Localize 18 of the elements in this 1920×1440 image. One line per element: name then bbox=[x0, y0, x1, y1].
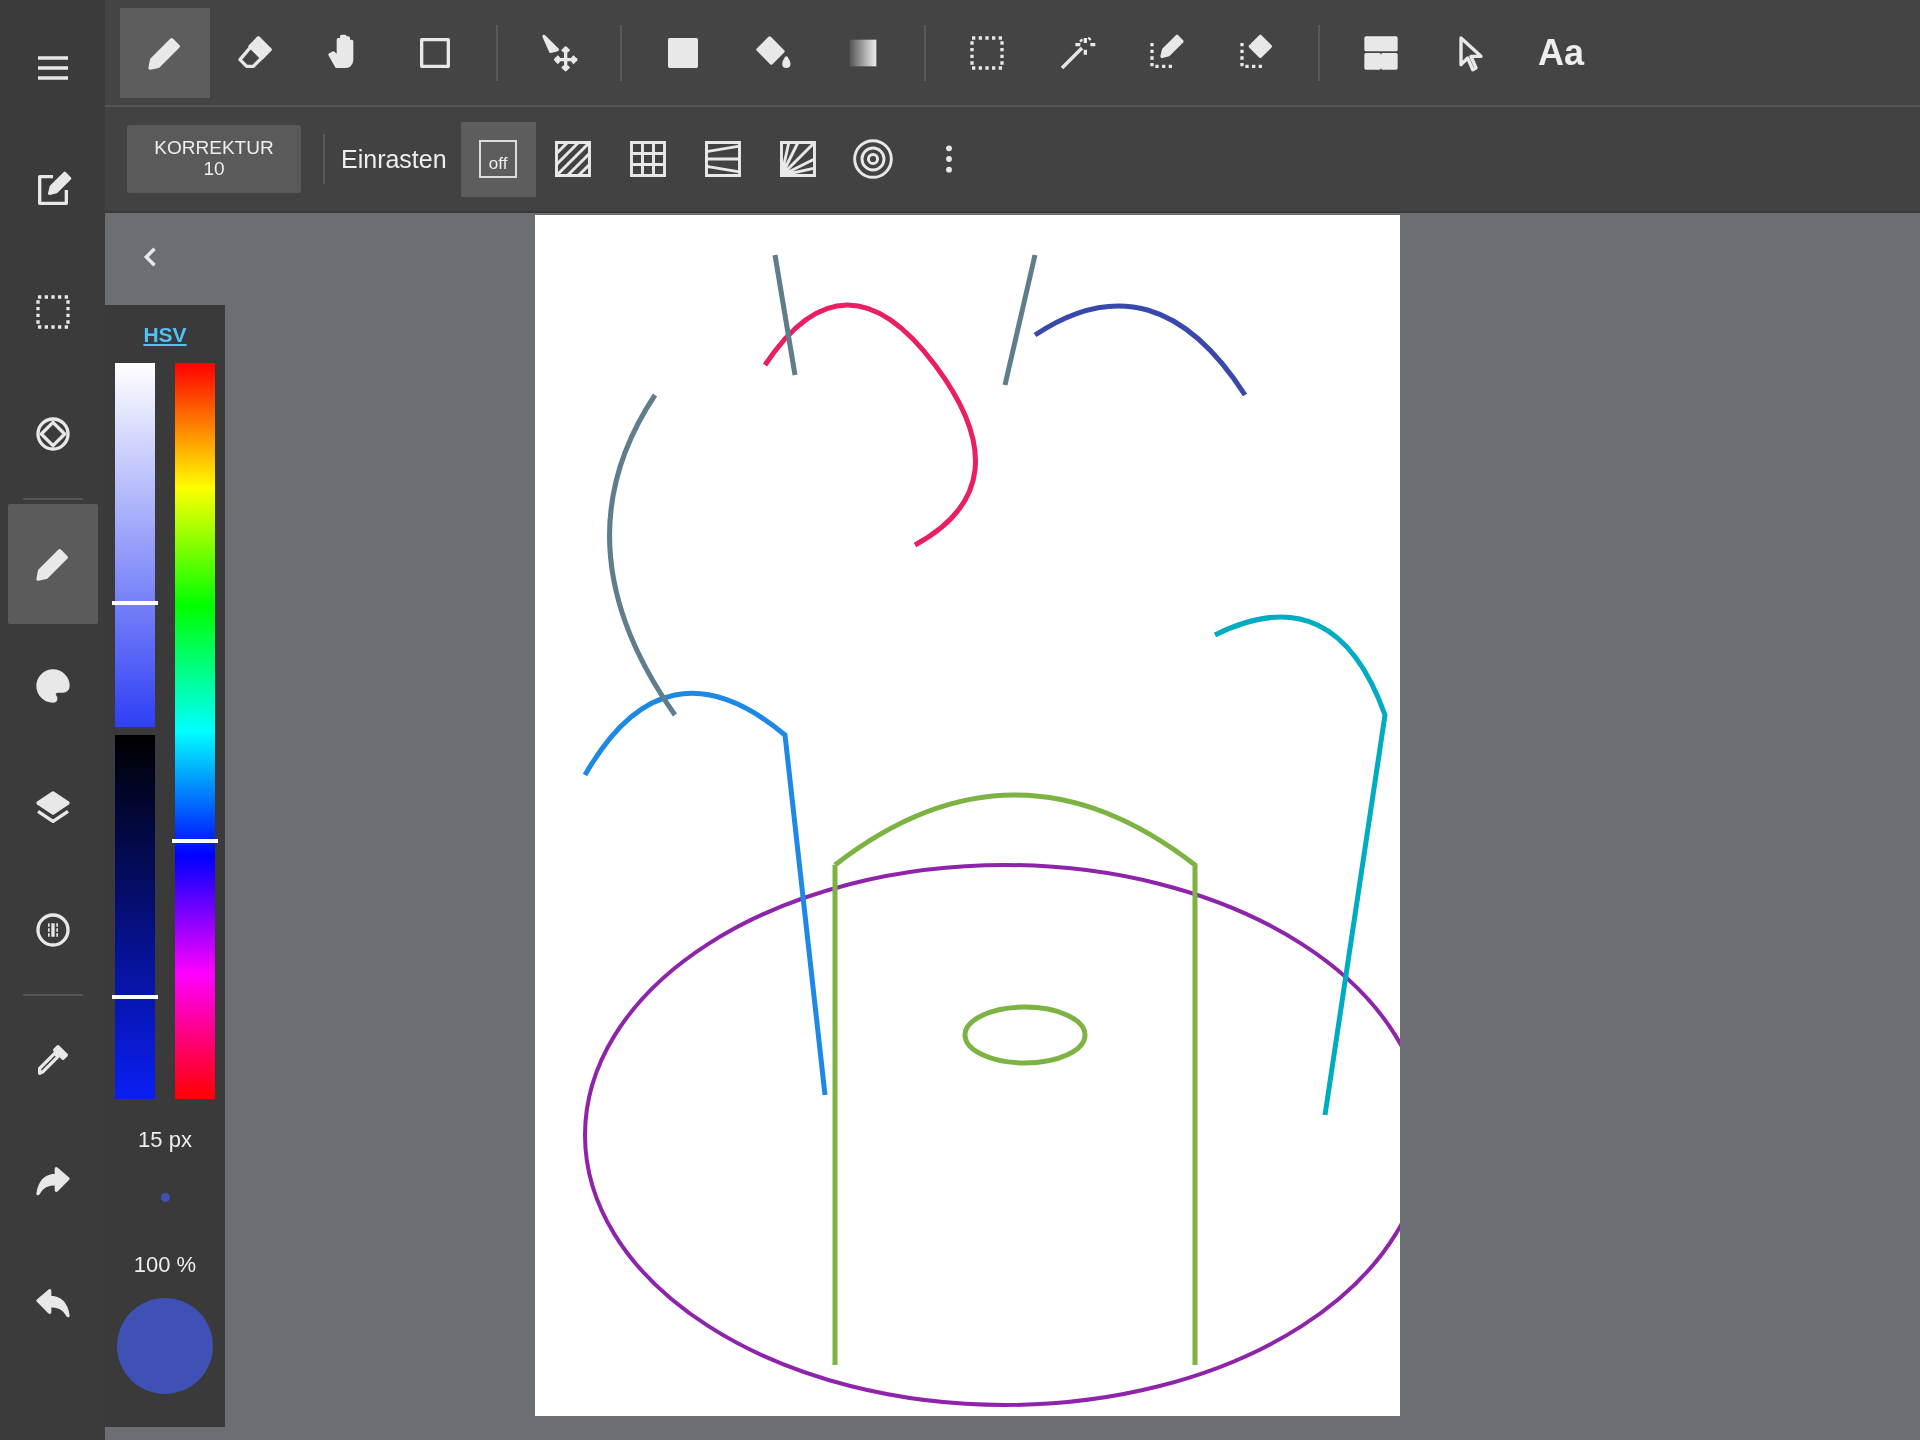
slider-handle[interactable] bbox=[112, 601, 158, 606]
snap-label: Einrasten bbox=[341, 144, 447, 174]
snap-off-button[interactable]: off bbox=[460, 121, 536, 197]
opacity-text: 100 % bbox=[133, 1252, 197, 1278]
correction-button[interactable]: KORREKTUR 10 bbox=[127, 125, 301, 193]
pen-tool-button[interactable] bbox=[120, 7, 210, 98]
hsv-mode-link[interactable]: HSV bbox=[143, 323, 187, 347]
text-tool-button[interactable]: Aa bbox=[1516, 7, 1606, 98]
saturation-slider[interactable] bbox=[115, 363, 155, 727]
pen-button[interactable] bbox=[7, 504, 98, 624]
brush-size-text: 15 px bbox=[138, 1127, 192, 1153]
more-options-icon[interactable] bbox=[944, 143, 953, 175]
slider-handle[interactable] bbox=[112, 995, 158, 1000]
move-icon bbox=[539, 32, 579, 73]
concentric-circles-icon bbox=[851, 137, 896, 181]
slider-handle[interactable] bbox=[172, 839, 218, 844]
hue-slider[interactable] bbox=[175, 363, 215, 1099]
value-slider[interactable] bbox=[115, 735, 155, 1099]
